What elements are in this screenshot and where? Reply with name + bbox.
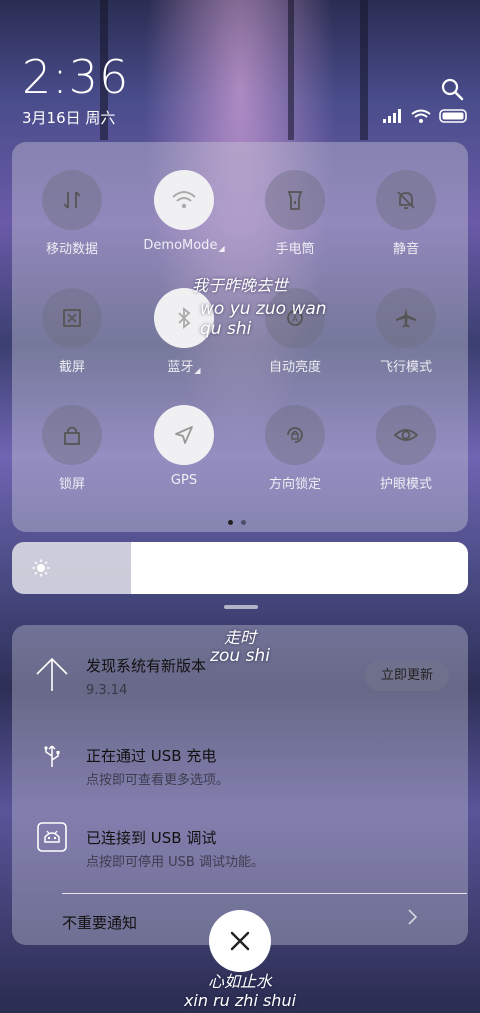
brightness-slider[interactable] <box>12 542 468 594</box>
notification-title: 正在通过 USB 充电 <box>86 747 217 765</box>
gps-icon <box>154 405 214 465</box>
page-indicator <box>228 520 246 525</box>
toggle-rotation-lock[interactable]: 方向锁定 <box>235 405 355 505</box>
wallpaper-window-frame <box>360 0 368 140</box>
toggle-label: 锁屏 <box>58 477 85 492</box>
debug-bot-icon <box>34 819 70 855</box>
toggle-wifi[interactable]: DemoMode◢ <box>124 170 244 270</box>
toggle-label: DemoMode <box>143 238 218 253</box>
wallpaper-lyric: xin ru zhi shui <box>183 991 297 1010</box>
notification-subtitle: 9.3.14 <box>86 683 128 698</box>
lock-icon <box>42 405 102 465</box>
toggle-label: 截屏 <box>58 360 85 375</box>
arrow-up-icon <box>34 657 70 693</box>
toggle-gps[interactable]: GPS <box>124 405 244 505</box>
close-icon <box>230 931 250 951</box>
notification-usb-charge[interactable]: 正在通过 USB 充电 点按即可查看更多选项。 <box>12 717 468 797</box>
page-dot <box>241 520 246 525</box>
update-now-button[interactable]: 立即更新 <box>365 661 449 691</box>
brightness-fill <box>130 542 468 594</box>
expand-triangle-icon[interactable]: ◢ <box>218 244 224 253</box>
airplane-icon <box>376 288 436 348</box>
toggle-label: GPS <box>170 473 198 488</box>
status-icons <box>383 109 469 123</box>
signal-icon <box>383 109 401 123</box>
drag-handle[interactable] <box>224 605 258 609</box>
usb-icon <box>34 737 70 773</box>
toggle-label: 移动数据 <box>45 242 98 257</box>
date: 3月16日 周六 <box>22 109 116 127</box>
screenshot-icon <box>42 288 102 348</box>
toggle-label: 飞行模式 <box>379 360 432 375</box>
toggle-label: 静音 <box>392 242 419 257</box>
toggle-mobile-data[interactable]: 移动数据 <box>12 170 132 270</box>
wallpaper-lyric: 走时 <box>223 628 256 647</box>
notification-subtitle: 点按即可查看更多选项。 <box>86 773 230 788</box>
toggle-eye-care[interactable]: 护眼模式 <box>346 405 466 505</box>
toggle-lock[interactable]: 锁屏 <box>12 405 132 505</box>
rotation-lock-icon <box>265 405 325 465</box>
clock: 2:36 <box>22 50 130 104</box>
toggle-label: 护眼模式 <box>379 477 432 492</box>
chevron-right-icon[interactable] <box>408 909 418 929</box>
toggle-label: 蓝牙 <box>167 360 194 375</box>
notification-title: 已连接到 USB 调试 <box>86 829 217 847</box>
battery-icon <box>439 109 467 123</box>
mute-icon <box>376 170 436 230</box>
wallpaper-window-frame <box>288 0 294 140</box>
toggle-screenshot[interactable]: 截屏 <box>12 288 132 388</box>
minor-notifications-label[interactable]: 不重要通知 <box>62 912 137 933</box>
clear-all-button[interactable] <box>209 910 271 972</box>
notification-subtitle: 点按即可停用 USB 调试功能。 <box>86 855 264 870</box>
toggle-label: 自动亮度 <box>268 360 321 375</box>
toggle-mute[interactable]: 静音 <box>346 170 466 270</box>
expand-triangle-icon[interactable]: ◢ <box>194 366 200 375</box>
eye-icon <box>376 405 436 465</box>
page-dot <box>228 520 233 525</box>
wallpaper-lyric: wo yu zuo wan qu shi <box>200 299 327 339</box>
sun-icon <box>32 559 50 581</box>
wallpaper-lyric: zou shi <box>210 646 270 666</box>
flashlight-icon <box>265 170 325 230</box>
toggle-airplane[interactable]: 飞行模式 <box>346 288 466 388</box>
notification-panel: 发现系统有新版本 9.3.14 立即更新 正在通过 USB 充电 点按即可查看更… <box>12 625 468 945</box>
toggle-label: 手电筒 <box>275 242 315 257</box>
divider <box>62 893 467 894</box>
mobile-data-icon <box>42 170 102 230</box>
wifi-icon <box>154 170 214 230</box>
toggle-label: 方向锁定 <box>268 477 321 492</box>
notification-usb-debug[interactable]: 已连接到 USB 调试 点按即可停用 USB 调试功能。 <box>12 799 468 879</box>
toggle-flashlight[interactable]: 手电筒 <box>235 170 355 270</box>
search-icon[interactable] <box>440 77 464 105</box>
wifi-status-icon <box>411 109 431 123</box>
wallpaper-lyric: 我于昨晚去世 <box>191 276 288 295</box>
